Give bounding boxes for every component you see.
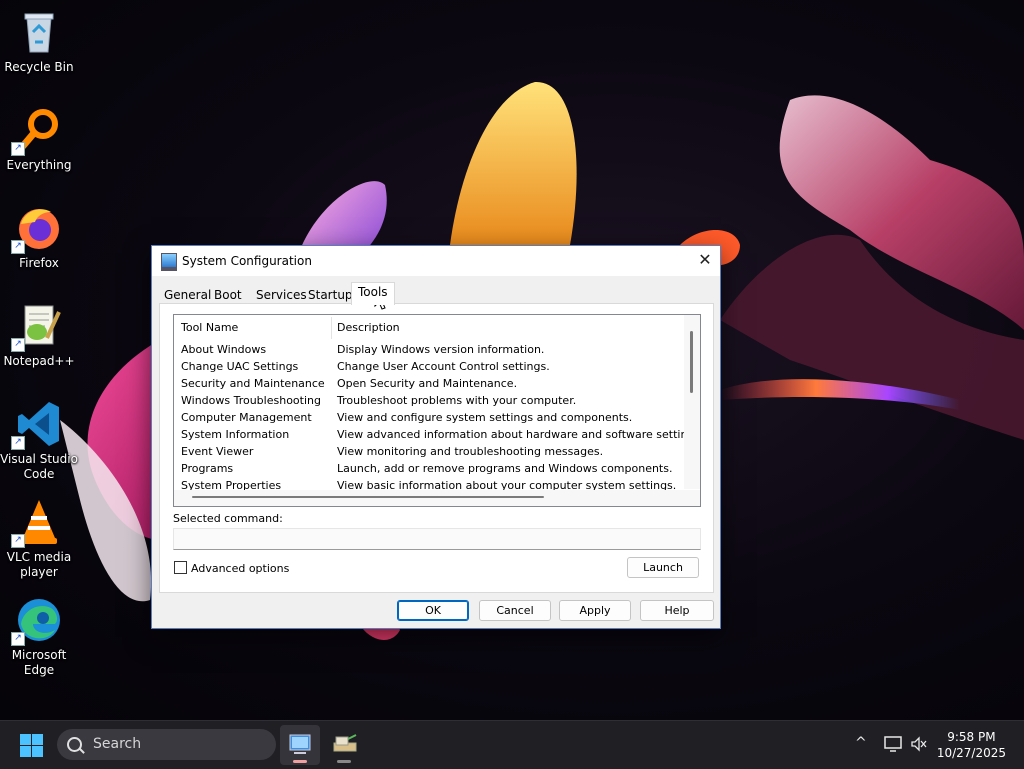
tab-tools[interactable]: Tools xyxy=(351,282,395,305)
start-button[interactable] xyxy=(20,734,43,757)
taskbar: Search ^ 9:58 PM 10/27/2025 xyxy=(0,720,1024,769)
desktop-icon-vlc[interactable]: ↗ VLC media player xyxy=(0,498,78,580)
msconfig-icon xyxy=(161,253,177,271)
notepadpp-icon: ↗ xyxy=(11,302,63,352)
cancel-button[interactable]: Cancel xyxy=(479,600,551,621)
description-cell: View and configure system settings and c… xyxy=(337,411,633,424)
taskbar-search-box[interactable]: Search xyxy=(57,729,276,760)
table-row[interactable]: System Information View advanced informa… xyxy=(174,426,700,443)
column-separator[interactable] xyxy=(331,317,332,339)
table-row[interactable]: Computer Management View and configure s… xyxy=(174,409,684,426)
launch-button[interactable]: Launch xyxy=(627,557,699,578)
msconfig-icon xyxy=(289,734,311,754)
description-cell: Display Windows version information. xyxy=(337,343,545,356)
desktop-icon-recycle-bin[interactable]: Recycle Bin xyxy=(0,8,78,75)
tool-name-cell: Security and Maintenance xyxy=(181,377,325,390)
tool-name-cell: Windows Troubleshooting xyxy=(181,394,321,407)
tool-name-cell: System Information xyxy=(181,428,290,441)
description-cell: Troubleshoot problems with your computer… xyxy=(337,394,577,407)
advanced-options-label: Advanced options xyxy=(191,562,290,575)
search-icon xyxy=(67,737,82,752)
horizontal-scroll-thumb[interactable] xyxy=(192,496,544,498)
firefox-icon: ↗ xyxy=(11,204,63,254)
desktop-icon-label: Everything xyxy=(6,158,72,172)
description-cell: Launch, add or remove programs and Windo… xyxy=(337,462,673,475)
table-row[interactable]: Security and Maintenance Open Security a… xyxy=(174,375,684,392)
clock-date: 10/27/2025 xyxy=(936,746,1006,760)
tab-boot[interactable]: Boot xyxy=(208,286,248,304)
table-row[interactable]: About Windows Display Windows version in… xyxy=(174,341,684,358)
vertical-scroll-thumb[interactable] xyxy=(690,331,693,393)
desktop-icon-label: Visual Studio Code xyxy=(0,452,78,481)
selected-command-field[interactable] xyxy=(173,528,701,550)
description-cell: View monitoring and troubleshooting mess… xyxy=(337,445,604,458)
dialog-titlebar[interactable]: System Configuration ✕ xyxy=(152,246,720,276)
clock-time: 9:58 PM xyxy=(947,730,996,744)
show-hidden-icons-chevron-icon[interactable]: ^ xyxy=(855,735,867,751)
desktop-icon-label: Microsoft Edge xyxy=(11,648,67,677)
edge-icon: ↗ xyxy=(11,596,63,646)
close-button[interactable]: ✕ xyxy=(690,246,720,276)
shortcut-arrow-icon: ↗ xyxy=(11,240,25,254)
shortcut-arrow-icon: ↗ xyxy=(11,142,25,156)
advanced-options-checkbox[interactable]: Advanced options xyxy=(174,561,289,575)
apply-button[interactable]: Apply xyxy=(559,600,631,621)
shortcut-arrow-icon: ↗ xyxy=(11,632,25,646)
volume-muted-icon[interactable] xyxy=(910,736,928,756)
taskbar-app-setup-utility[interactable] xyxy=(324,725,364,765)
tool-name-cell: Change UAC Settings xyxy=(181,360,299,373)
ok-button[interactable]: OK xyxy=(397,600,469,621)
table-row[interactable]: Windows Troubleshooting Troubleshoot pro… xyxy=(174,392,684,409)
vlc-icon: ↗ xyxy=(11,498,63,548)
shortcut-arrow-icon: ↗ xyxy=(11,436,25,450)
desktop-icon-edge[interactable]: ↗ Microsoft Edge xyxy=(0,596,78,678)
horizontal-scrollbar[interactable] xyxy=(174,490,700,506)
desktop-icon-firefox[interactable]: ↗ Firefox xyxy=(0,204,78,271)
shortcut-arrow-icon: ↗ xyxy=(11,534,25,548)
description-cell: View advanced information about hardware… xyxy=(337,428,701,441)
tool-name-cell: About Windows xyxy=(181,343,267,356)
column-header-tool-name[interactable]: Tool Name xyxy=(181,315,238,341)
table-row[interactable]: Change UAC Settings Change User Account … xyxy=(174,358,684,375)
taskbar-app-system-configuration[interactable] xyxy=(280,725,320,765)
description-cell: Change User Account Control settings. xyxy=(337,360,550,373)
system-configuration-dialog: System Configuration ✕ General Boot Serv… xyxy=(151,245,721,629)
tools-list[interactable]: Tool Name Description About Windows Disp… xyxy=(173,314,701,507)
tool-name-cell: Event Viewer xyxy=(181,445,254,458)
desktop-icon-label: Notepad++ xyxy=(3,354,75,368)
selected-command-label: Selected command: xyxy=(173,512,283,525)
recycle-bin-icon xyxy=(15,8,63,56)
desktop-icon-label: VLC media player xyxy=(6,550,72,579)
tool-name-cell: Programs xyxy=(181,462,234,475)
desktop-icon-notepadpp[interactable]: ↗ Notepad++ xyxy=(0,302,78,369)
checkbox-icon[interactable] xyxy=(174,561,187,574)
desktop-icon-label: Recycle Bin xyxy=(4,60,74,74)
help-button[interactable]: Help xyxy=(640,600,714,621)
active-app-indicator xyxy=(293,760,307,763)
everything-icon: ↗ xyxy=(11,106,63,156)
table-row[interactable]: Programs Launch, add or remove programs … xyxy=(174,460,684,477)
desktop-icon-label: Firefox xyxy=(19,256,59,270)
desktop-icon-vscode[interactable]: ↗ Visual Studio Code xyxy=(0,400,78,482)
column-header-description[interactable]: Description xyxy=(337,315,400,341)
vscode-icon: ↗ xyxy=(11,400,63,450)
shortcut-arrow-icon: ↗ xyxy=(11,338,25,352)
app-indicator xyxy=(337,760,351,763)
desktop-icon-everything[interactable]: ↗ Everything xyxy=(0,106,78,173)
tools-tab-panel: Tool Name Description About Windows Disp… xyxy=(159,303,714,593)
vertical-scrollbar[interactable] xyxy=(684,315,700,489)
description-cell: Open Security and Maintenance. xyxy=(337,377,518,390)
dialog-title: System Configuration xyxy=(182,254,312,268)
close-icon: ✕ xyxy=(698,250,712,269)
setup-utility-icon xyxy=(333,734,357,752)
tool-name-cell: Computer Management xyxy=(181,411,312,424)
table-row[interactable]: Event Viewer View monitoring and trouble… xyxy=(174,443,684,460)
search-placeholder: Search xyxy=(93,736,142,752)
taskbar-clock[interactable]: 9:58 PM 10/27/2025 xyxy=(937,729,1006,761)
network-icon[interactable] xyxy=(884,736,902,756)
